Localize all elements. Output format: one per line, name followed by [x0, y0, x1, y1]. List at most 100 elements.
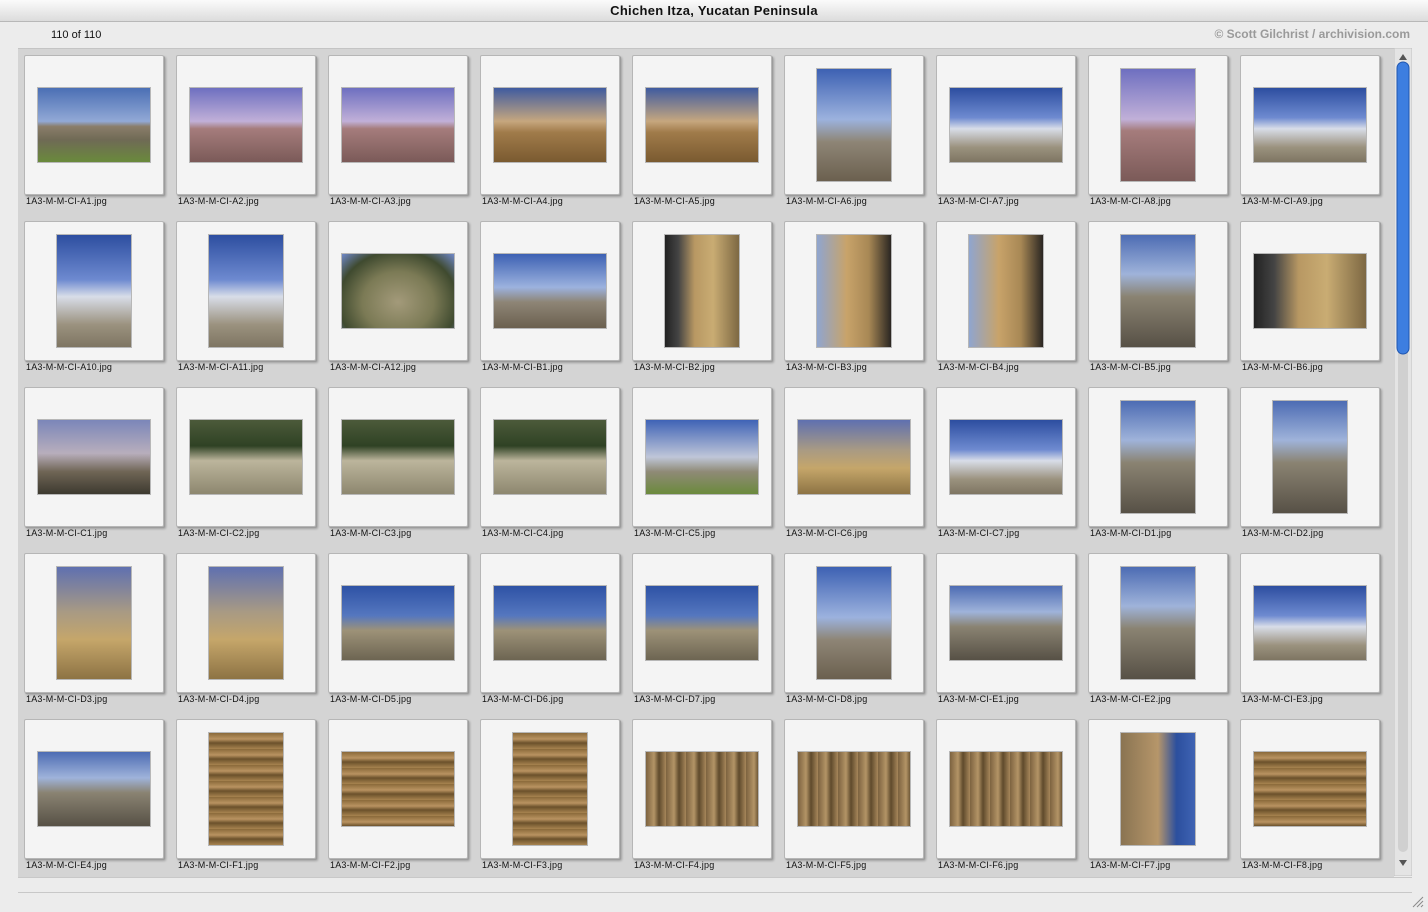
thumbnail-image[interactable]: [1121, 69, 1195, 181]
thumbnail-item[interactable]: 1A3-M-M-CI-C7.jpg: [930, 381, 1082, 547]
slide-mount[interactable]: [176, 719, 316, 859]
thumbnail-item[interactable]: 1A3-M-M-CI-A2.jpg: [170, 49, 322, 215]
thumbnail-item[interactable]: 1A3-M-M-CI-B5.jpg: [1082, 215, 1234, 381]
thumbnail-item[interactable]: 1A3-M-M-CI-A6.jpg: [778, 49, 930, 215]
slide-mount[interactable]: [328, 719, 468, 859]
thumbnail-image[interactable]: [817, 69, 891, 181]
thumbnail-item[interactable]: 1A3-M-M-CI-F6.jpg: [930, 713, 1082, 877]
slide-mount[interactable]: [1088, 553, 1228, 693]
slide-mount[interactable]: [24, 55, 164, 195]
slide-mount[interactable]: [936, 387, 1076, 527]
thumbnail-image[interactable]: [209, 235, 283, 347]
thumbnail-item[interactable]: 1A3-M-M-CI-E3.jpg: [1234, 547, 1386, 713]
slide-mount[interactable]: [784, 55, 924, 195]
thumbnail-image[interactable]: [38, 88, 150, 162]
slide-mount[interactable]: [784, 221, 924, 361]
thumbnail-item[interactable]: 1A3-M-M-CI-C3.jpg: [322, 381, 474, 547]
thumbnail-image[interactable]: [1254, 88, 1366, 162]
thumbnail-grid-pane[interactable]: 1A3-M-M-CI-A1.jpg 1A3-M-M-CI-A2.jpg 1A3-M-…: [18, 48, 1394, 877]
thumbnail-item[interactable]: 1A3-M-M-CI-F2.jpg: [322, 713, 474, 877]
slide-mount[interactable]: [936, 553, 1076, 693]
thumbnail-item[interactable]: 1A3-M-M-CI-A8.jpg: [1082, 49, 1234, 215]
thumbnail-image[interactable]: [798, 752, 910, 826]
resize-grip-icon[interactable]: [1410, 894, 1424, 908]
thumbnail-image[interactable]: [950, 88, 1062, 162]
slide-mount[interactable]: [1240, 553, 1380, 693]
thumbnail-image[interactable]: [1121, 733, 1195, 845]
thumbnail-image[interactable]: [38, 420, 150, 494]
thumbnail-item[interactable]: 1A3-M-M-CI-A11.jpg: [170, 215, 322, 381]
thumbnail-image[interactable]: [646, 752, 758, 826]
slide-mount[interactable]: [480, 387, 620, 527]
thumbnail-item[interactable]: 1A3-M-M-CI-D1.jpg: [1082, 381, 1234, 547]
slide-mount[interactable]: [328, 387, 468, 527]
thumbnail-item[interactable]: 1A3-M-M-CI-C2.jpg: [170, 381, 322, 547]
thumbnail-item[interactable]: 1A3-M-M-CI-C4.jpg: [474, 381, 626, 547]
thumbnail-item[interactable]: 1A3-M-M-CI-A5.jpg: [626, 49, 778, 215]
slide-mount[interactable]: [632, 387, 772, 527]
slide-mount[interactable]: [784, 553, 924, 693]
slide-mount[interactable]: [1240, 387, 1380, 527]
thumbnail-item[interactable]: 1A3-M-M-CI-F4.jpg: [626, 713, 778, 877]
thumbnail-item[interactable]: 1A3-M-M-CI-B2.jpg: [626, 215, 778, 381]
thumbnail-image[interactable]: [646, 586, 758, 660]
thumbnail-item[interactable]: 1A3-M-M-CI-D2.jpg: [1234, 381, 1386, 547]
thumbnail-item[interactable]: 1A3-M-M-CI-F7.jpg: [1082, 713, 1234, 877]
thumbnail-image[interactable]: [1254, 254, 1366, 328]
thumbnail-item[interactable]: 1A3-M-M-CI-D6.jpg: [474, 547, 626, 713]
thumbnail-image[interactable]: [646, 420, 758, 494]
slide-mount[interactable]: [1240, 55, 1380, 195]
slide-mount[interactable]: [24, 719, 164, 859]
thumbnail-item[interactable]: 1A3-M-M-CI-B1.jpg: [474, 215, 626, 381]
thumbnail-image[interactable]: [190, 420, 302, 494]
thumbnail-item[interactable]: 1A3-M-M-CI-B3.jpg: [778, 215, 930, 381]
thumbnail-item[interactable]: 1A3-M-M-CI-D8.jpg: [778, 547, 930, 713]
slide-mount[interactable]: [936, 221, 1076, 361]
slide-mount[interactable]: [24, 553, 164, 693]
thumbnail-image[interactable]: [57, 235, 131, 347]
slide-mount[interactable]: [936, 55, 1076, 195]
slide-mount[interactable]: [480, 221, 620, 361]
thumbnail-item[interactable]: 1A3-M-M-CI-A4.jpg: [474, 49, 626, 215]
thumbnail-item[interactable]: 1A3-M-M-CI-C6.jpg: [778, 381, 930, 547]
thumbnail-item[interactable]: 1A3-M-M-CI-D5.jpg: [322, 547, 474, 713]
slide-mount[interactable]: [328, 55, 468, 195]
slide-mount[interactable]: [176, 221, 316, 361]
thumbnail-image[interactable]: [342, 420, 454, 494]
thumbnail-image[interactable]: [513, 733, 587, 845]
thumbnail-image[interactable]: [494, 586, 606, 660]
thumbnail-item[interactable]: 1A3-M-M-CI-C1.jpg: [18, 381, 170, 547]
slide-mount[interactable]: [1088, 55, 1228, 195]
slide-mount[interactable]: [1088, 221, 1228, 361]
thumbnail-image[interactable]: [646, 88, 758, 162]
thumbnail-image[interactable]: [950, 752, 1062, 826]
thumbnail-item[interactable]: 1A3-M-M-CI-E4.jpg: [18, 713, 170, 877]
slide-mount[interactable]: [480, 719, 620, 859]
thumbnail-image[interactable]: [342, 254, 454, 328]
slide-mount[interactable]: [24, 387, 164, 527]
slide-mount[interactable]: [24, 221, 164, 361]
thumbnail-image[interactable]: [209, 733, 283, 845]
slide-mount[interactable]: [784, 719, 924, 859]
slide-mount[interactable]: [1240, 719, 1380, 859]
slide-mount[interactable]: [176, 553, 316, 693]
thumbnail-image[interactable]: [1121, 567, 1195, 679]
thumbnail-image[interactable]: [950, 420, 1062, 494]
slide-mount[interactable]: [936, 719, 1076, 859]
slide-mount[interactable]: [632, 719, 772, 859]
thumbnail-image[interactable]: [342, 586, 454, 660]
thumbnail-item[interactable]: 1A3-M-M-CI-A9.jpg: [1234, 49, 1386, 215]
thumbnail-image[interactable]: [817, 567, 891, 679]
thumbnail-image[interactable]: [950, 586, 1062, 660]
thumbnail-item[interactable]: 1A3-M-M-CI-E1.jpg: [930, 547, 1082, 713]
thumbnail-item[interactable]: 1A3-M-M-CI-F1.jpg: [170, 713, 322, 877]
thumbnail-image[interactable]: [969, 235, 1043, 347]
thumbnail-item[interactable]: 1A3-M-M-CI-A12.jpg: [322, 215, 474, 381]
thumbnail-image[interactable]: [494, 420, 606, 494]
thumbnail-item[interactable]: 1A3-M-M-CI-B6.jpg: [1234, 215, 1386, 381]
thumbnail-image[interactable]: [190, 88, 302, 162]
thumbnail-item[interactable]: 1A3-M-M-CI-A7.jpg: [930, 49, 1082, 215]
thumbnail-image[interactable]: [342, 752, 454, 826]
slide-mount[interactable]: [632, 55, 772, 195]
thumbnail-item[interactable]: 1A3-M-M-CI-B4.jpg: [930, 215, 1082, 381]
